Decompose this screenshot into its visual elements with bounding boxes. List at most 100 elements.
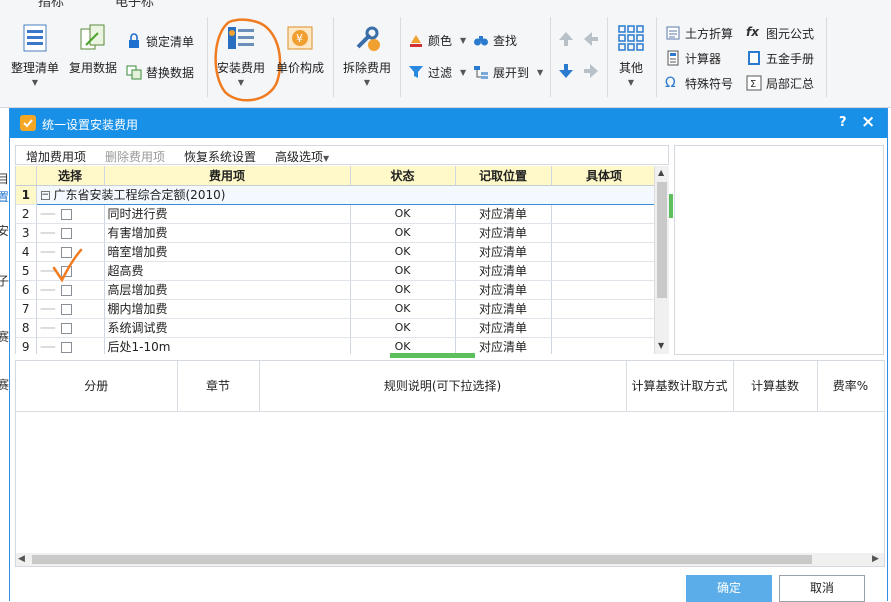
- chevron-down-icon: ▼: [363, 78, 371, 87]
- filter-button[interactable]: 过滤 ▼: [408, 62, 466, 82]
- position-cell[interactable]: 对应清单: [455, 204, 552, 224]
- book-icon: [746, 50, 762, 66]
- col-position[interactable]: 记取位置: [455, 166, 552, 186]
- panel-splitter[interactable]: [669, 194, 673, 218]
- row-checkbox[interactable]: [60, 341, 72, 353]
- col-base[interactable]: 计算基数: [733, 361, 818, 412]
- col-fee-item[interactable]: 费用项: [104, 166, 351, 186]
- strip-char: 赛: [0, 378, 9, 392]
- fee-row[interactable]: 2 ── 同时进行费 OK 对应清单: [16, 204, 658, 224]
- position-cell[interactable]: 对应清单: [455, 223, 552, 243]
- fee-row[interactable]: 6 ── 高层增加费 OK 对应清单: [16, 280, 658, 300]
- arrow-right-icon[interactable]: [582, 62, 600, 80]
- expand-to-button[interactable]: 展开到 ▼: [473, 62, 543, 82]
- col-select[interactable]: 选择: [36, 166, 105, 186]
- row-checkbox[interactable]: [60, 208, 72, 220]
- fee-row[interactable]: 7 ── 棚内增加费 OK 对应清单: [16, 299, 658, 319]
- scroll-right-icon[interactable]: ▶: [872, 554, 879, 564]
- group-row[interactable]: 1 − 广东省安装工程综合定额(2010): [16, 184, 658, 205]
- replace-data-button[interactable]: 替换数据: [126, 62, 194, 82]
- scroll-left-icon[interactable]: ◀: [18, 554, 25, 564]
- position-cell[interactable]: 对应清单: [455, 318, 552, 338]
- lock-list-button[interactable]: 锁定清单: [126, 31, 194, 51]
- unit-price-button[interactable]: ¥ 单价构成: [272, 23, 328, 76]
- collapse-icon[interactable]: −: [40, 191, 50, 200]
- special-symbol-button[interactable]: Ω 特殊符号: [665, 73, 733, 93]
- fee-row[interactable]: 9 ── 后处1-10m OK 对应清单: [16, 337, 658, 354]
- col-rule[interactable]: 规则说明(可下拉选择): [259, 361, 627, 412]
- position-cell[interactable]: 对应清单: [455, 242, 552, 262]
- restore-system-button[interactable]: 恢复系统设置: [184, 148, 256, 165]
- detail-cell[interactable]: [551, 242, 658, 262]
- fee-row[interactable]: 4 ── 暗室增加费 OK 对应清单: [16, 242, 658, 262]
- splitter-handle[interactable]: [390, 353, 475, 358]
- row-checkbox[interactable]: [60, 322, 72, 334]
- fee-grid-scrollbar[interactable]: ▲ ▼: [654, 166, 669, 354]
- ribbon: 指标 电子标 整理清单 ▼ 复用数据 锁定清单 替换数据 安装费用 ▼ ¥ 单价…: [0, 0, 891, 108]
- col-volume[interactable]: 分册: [16, 361, 178, 412]
- advanced-options-button[interactable]: 高级选项▼: [275, 148, 329, 165]
- row-number: 4: [16, 242, 37, 262]
- hardware-manual-button[interactable]: 五金手册: [746, 48, 814, 68]
- earth-icon: [665, 25, 681, 41]
- hscroll-thumb[interactable]: [32, 555, 812, 564]
- row-checkbox[interactable]: [60, 303, 72, 315]
- arrow-up-icon[interactable]: [557, 30, 575, 48]
- fee-row[interactable]: 8 ── 系统调试费 OK 对应清单: [16, 318, 658, 338]
- other-button[interactable]: 其他 ▼: [612, 23, 650, 87]
- status-cell: OK: [350, 299, 456, 319]
- position-cell[interactable]: 对应清单: [455, 261, 552, 281]
- dialog-titlebar[interactable]: 统一设置安装费用 ? ×: [10, 109, 887, 138]
- element-formula-button[interactable]: fx 图元公式: [746, 23, 814, 43]
- scroll-down-icon[interactable]: ▼: [658, 341, 664, 350]
- fee-row[interactable]: 5 ── 超高费 OK 对应清单: [16, 261, 658, 281]
- tab-e-bid[interactable]: 电子标: [115, 0, 154, 8]
- close-button[interactable]: ×: [861, 112, 875, 132]
- tab-indicators[interactable]: 指标: [38, 0, 64, 8]
- detail-cell[interactable]: [551, 318, 658, 338]
- arrow-left-icon[interactable]: [582, 30, 600, 48]
- detail-cell[interactable]: [551, 223, 658, 243]
- corner-cell: [16, 166, 37, 186]
- tree-line: ──: [40, 339, 55, 354]
- unit-price-icon: ¥: [285, 23, 315, 53]
- help-button[interactable]: ?: [839, 115, 847, 130]
- col-base-method[interactable]: 计算基数计取方式: [626, 361, 734, 412]
- row-checkbox[interactable]: [60, 227, 72, 239]
- scroll-thumb[interactable]: [657, 182, 667, 298]
- scroll-up-icon[interactable]: ▲: [658, 168, 664, 177]
- col-rate[interactable]: 费率%: [817, 361, 885, 412]
- fee-row[interactable]: 3 ── 有害增加费 OK 对应清单: [16, 223, 658, 243]
- row-checkbox[interactable]: [60, 284, 72, 296]
- position-cell[interactable]: 对应清单: [455, 280, 552, 300]
- find-button[interactable]: 查找: [473, 30, 517, 50]
- detail-cell[interactable]: [551, 337, 658, 354]
- detail-cell[interactable]: [551, 204, 658, 224]
- earth-calc-button[interactable]: 土方折算: [665, 23, 733, 43]
- earth-label: 土方折算: [685, 26, 734, 41]
- col-detail[interactable]: 具体项: [551, 166, 658, 186]
- ok-button[interactable]: 确定: [686, 575, 772, 602]
- position-cell[interactable]: 对应清单: [455, 337, 552, 354]
- calculator-button[interactable]: 计算器: [665, 48, 721, 68]
- detail-cell[interactable]: [551, 299, 658, 319]
- detail-cell[interactable]: [551, 261, 658, 281]
- position-cell[interactable]: 对应清单: [455, 299, 552, 319]
- split-fee-button[interactable]: 拆除费用 ▼: [338, 23, 396, 87]
- arrow-down-icon[interactable]: [557, 62, 575, 80]
- strip-char: 子: [0, 274, 9, 288]
- cancel-button[interactable]: 取消: [779, 575, 865, 602]
- delete-fee-button[interactable]: 删除费用项: [105, 148, 165, 165]
- col-chapter[interactable]: 章节: [177, 361, 260, 412]
- partial-sum-button[interactable]: Σ 局部汇总: [746, 73, 814, 93]
- tree-line: ──: [40, 282, 55, 297]
- reuse-data-button[interactable]: 复用数据: [66, 23, 120, 76]
- group-label: 广东省安装工程综合定额(2010): [53, 188, 226, 202]
- detail-cell[interactable]: [551, 280, 658, 300]
- organize-list-button[interactable]: 整理清单 ▼: [8, 23, 62, 87]
- rule-grid-hscrollbar[interactable]: ◀ ▶: [16, 553, 884, 566]
- add-fee-button[interactable]: 增加费用项: [26, 148, 86, 165]
- color-button[interactable]: 颜色 ▼: [408, 30, 466, 50]
- col-status[interactable]: 状态: [350, 166, 456, 186]
- chevron-down-icon: ▼: [460, 67, 467, 77]
